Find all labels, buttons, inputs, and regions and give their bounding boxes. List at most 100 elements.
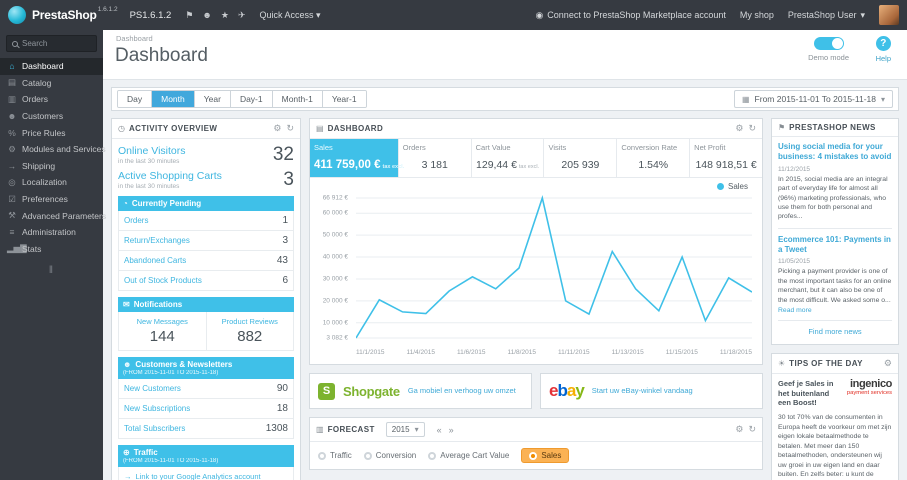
chevron-down-icon: ▾	[316, 9, 321, 20]
chevron-down-icon: ▾	[860, 9, 865, 20]
topbar: PrestaShop1.6.1.2 PS1.6.1.2 ⚑ ☻ ★ ✈ Quic…	[0, 0, 907, 30]
sidebar-item-price-rules[interactable]: % Price Rules	[0, 124, 103, 141]
divider	[778, 227, 892, 229]
range-day-button[interactable]: Day	[118, 90, 153, 108]
range-day-1-button[interactable]: Day-1	[230, 90, 273, 108]
sidebar-item-administration[interactable]: ≡ Administration	[0, 224, 103, 241]
star-icon[interactable]: ★	[221, 10, 229, 21]
read-more-link[interactable]: Read more	[778, 307, 892, 314]
brand-version: 1.6.1.2	[97, 6, 118, 13]
kpi-stats-row: Sales 411 759,00 € tax excl. Orders 3 181…	[310, 139, 762, 178]
new-subscriptions-row[interactable]: New Subscriptions 18	[118, 399, 294, 419]
stat-visits[interactable]: Visits 205 939	[544, 139, 618, 177]
refresh-icon[interactable]: ↻	[286, 123, 294, 134]
forecast-avg-cart-toggle[interactable]: Average Cart Value	[428, 451, 509, 460]
sidebar-item-shipping[interactable]: → Shipping	[0, 158, 103, 175]
shopgate-link[interactable]: Ga mobiel en verhoog uw omzet	[408, 386, 516, 395]
news-article-title[interactable]: Ecommerce 101: Payments in a Tweet	[778, 235, 892, 256]
range-year-button[interactable]: Year	[194, 90, 231, 108]
forecast-sales-toggle[interactable]: Sales	[521, 448, 570, 463]
find-more-news-link[interactable]: Find more news	[778, 327, 892, 336]
toggle-switch[interactable]	[813, 37, 844, 50]
next-year-button[interactable]: »	[447, 425, 456, 435]
sidebar-search[interactable]	[6, 35, 97, 52]
pending-returns-row[interactable]: Return/Exchanges 3	[118, 231, 294, 251]
gear-icon[interactable]: ⚙	[735, 123, 743, 134]
help-button[interactable]: ? Help	[876, 36, 891, 63]
sidebar-item-localization[interactable]: ◎ Localization	[0, 174, 103, 191]
pending-orders-row[interactable]: Orders 1	[118, 211, 294, 231]
stat-conversion-rate[interactable]: Conversion Rate 1.54%	[617, 139, 691, 177]
page-title: Dashboard	[115, 45, 208, 66]
ebay-module: ebay Start uw eBay-winkel vandaag	[540, 373, 763, 409]
radio-icon	[428, 451, 437, 460]
forecast-traffic-toggle[interactable]: Traffic	[318, 451, 352, 460]
product-reviews-cell[interactable]: Product Reviews 882	[205, 312, 294, 350]
active-carts-kpi[interactable]: Active Shopping Carts in the last 30 min…	[118, 170, 294, 190]
google-analytics-link[interactable]: → Link to your Google Analytics account	[118, 467, 294, 480]
localization-icon: ◎	[8, 176, 16, 187]
gear-icon[interactable]: ⚙	[735, 424, 743, 435]
gear-icon[interactable]: ⚙	[273, 123, 281, 134]
forecast-year-select[interactable]: 2015 ▾	[385, 422, 425, 437]
profile-icon[interactable]: ☻	[202, 10, 211, 21]
range-month-button[interactable]: Month	[152, 90, 195, 108]
abandoned-carts-row[interactable]: Abandoned Carts 43	[118, 251, 294, 271]
sidebar-item-advanced-parameters[interactable]: ⚒ Advanced Parameters	[0, 207, 106, 224]
prestashop-logo-icon	[8, 6, 26, 24]
sidebar-item-orders[interactable]: ▥ Orders	[0, 91, 103, 108]
sidebar-item-dashboard[interactable]: ⌂ Dashboard	[0, 58, 103, 75]
rocket-icon[interactable]: ✈	[238, 10, 246, 21]
ebay-link[interactable]: Start uw eBay-winkel vandaag	[592, 386, 693, 395]
user-avatar[interactable]	[879, 5, 899, 25]
active-carts-label: Active Shopping Carts	[118, 170, 222, 182]
demo-mode-toggle[interactable]: Demo mode	[808, 37, 849, 62]
gear-icon[interactable]: ⚙	[884, 358, 892, 369]
chevron-down-icon: ▾	[880, 94, 885, 104]
radio-icon	[529, 451, 538, 460]
sidebar-item-stats[interactable]: ▂▅▇ Stats	[0, 241, 103, 258]
refresh-icon[interactable]: ↻	[748, 424, 756, 435]
main-header: Dashboard Dashboard Demo mode ? Help	[103, 30, 907, 80]
stat-net-profit[interactable]: Net Profit 148 918,51 €	[690, 139, 762, 177]
prev-year-button[interactable]: «	[435, 425, 444, 435]
stat-orders[interactable]: Orders 3 181	[399, 139, 472, 177]
search-input[interactable]	[22, 39, 92, 48]
range-year-1-button[interactable]: Year-1	[322, 90, 366, 108]
sidebar-collapse-icon[interactable]: ‖	[0, 265, 103, 276]
y-tick-label: 10 000 €	[322, 319, 348, 327]
new-customers-row[interactable]: New Customers 90	[118, 379, 294, 399]
online-visitors-kpi[interactable]: Online Visitors in the last 30 minutes 3…	[118, 145, 294, 165]
forecast-legend: Traffic Conversion Average Cart Value Sa…	[310, 442, 762, 469]
quick-access-menu[interactable]: Quick Access ▾	[260, 10, 321, 21]
total-subscribers-row[interactable]: Total Subscribers 1308	[118, 419, 294, 439]
new-messages-cell[interactable]: New Messages 144	[119, 312, 206, 350]
refresh-icon[interactable]: ↻	[748, 123, 756, 134]
currently-pending-header: ◔ Currently Pending	[118, 196, 294, 211]
stat-cart-value[interactable]: Cart Value 129,44 € tax excl.	[472, 139, 545, 177]
preferences-icon: ☑	[8, 193, 16, 204]
legend-dot-icon	[716, 183, 724, 190]
news-body: Using social media for your business: 4 …	[772, 137, 898, 344]
user-menu[interactable]: PrestaShop User ▾	[788, 10, 865, 21]
panel-tools: ⚙ ↻	[273, 123, 294, 134]
forecast-conversion-toggle[interactable]: Conversion	[363, 451, 416, 460]
date-range-picker[interactable]: ▦ From 2015-11-01 To 2015-11-18 ▾	[733, 90, 893, 108]
demo-mode-label: Demo mode	[808, 53, 849, 62]
partner-modules: S Shopgate Ga mobiel en verhoog uw omzet…	[309, 373, 763, 409]
sidebar-item-preferences[interactable]: ☑ Preferences	[0, 191, 103, 208]
news-article-title[interactable]: Using social media for your business: 4 …	[778, 142, 892, 163]
shopgate-logo-text: Shopgate	[343, 383, 400, 399]
sidebar-item-customers[interactable]: ☻ Customers	[0, 108, 103, 125]
range-month-1-button[interactable]: Month-1	[272, 90, 323, 108]
tips-icon: ☀	[778, 358, 786, 368]
my-shop-link[interactable]: My shop	[740, 10, 774, 20]
bookmark-icon[interactable]: ⚑	[185, 10, 193, 21]
out-of-stock-row[interactable]: Out of Stock Products 6	[118, 271, 294, 291]
sidebar-item-modules[interactable]: ⚙ Modules and Services	[0, 141, 105, 158]
marketplace-link[interactable]: ◉ Connect to PrestaShop Marketplace acco…	[535, 10, 725, 21]
sidebar-item-catalog[interactable]: ▤ Catalog	[0, 75, 103, 92]
news-article-body: In 2015, social media are an integral pa…	[778, 175, 888, 221]
news-article-date: 11/12/2015	[778, 165, 811, 173]
stat-sales[interactable]: Sales 411 759,00 € tax excl.	[310, 139, 404, 177]
